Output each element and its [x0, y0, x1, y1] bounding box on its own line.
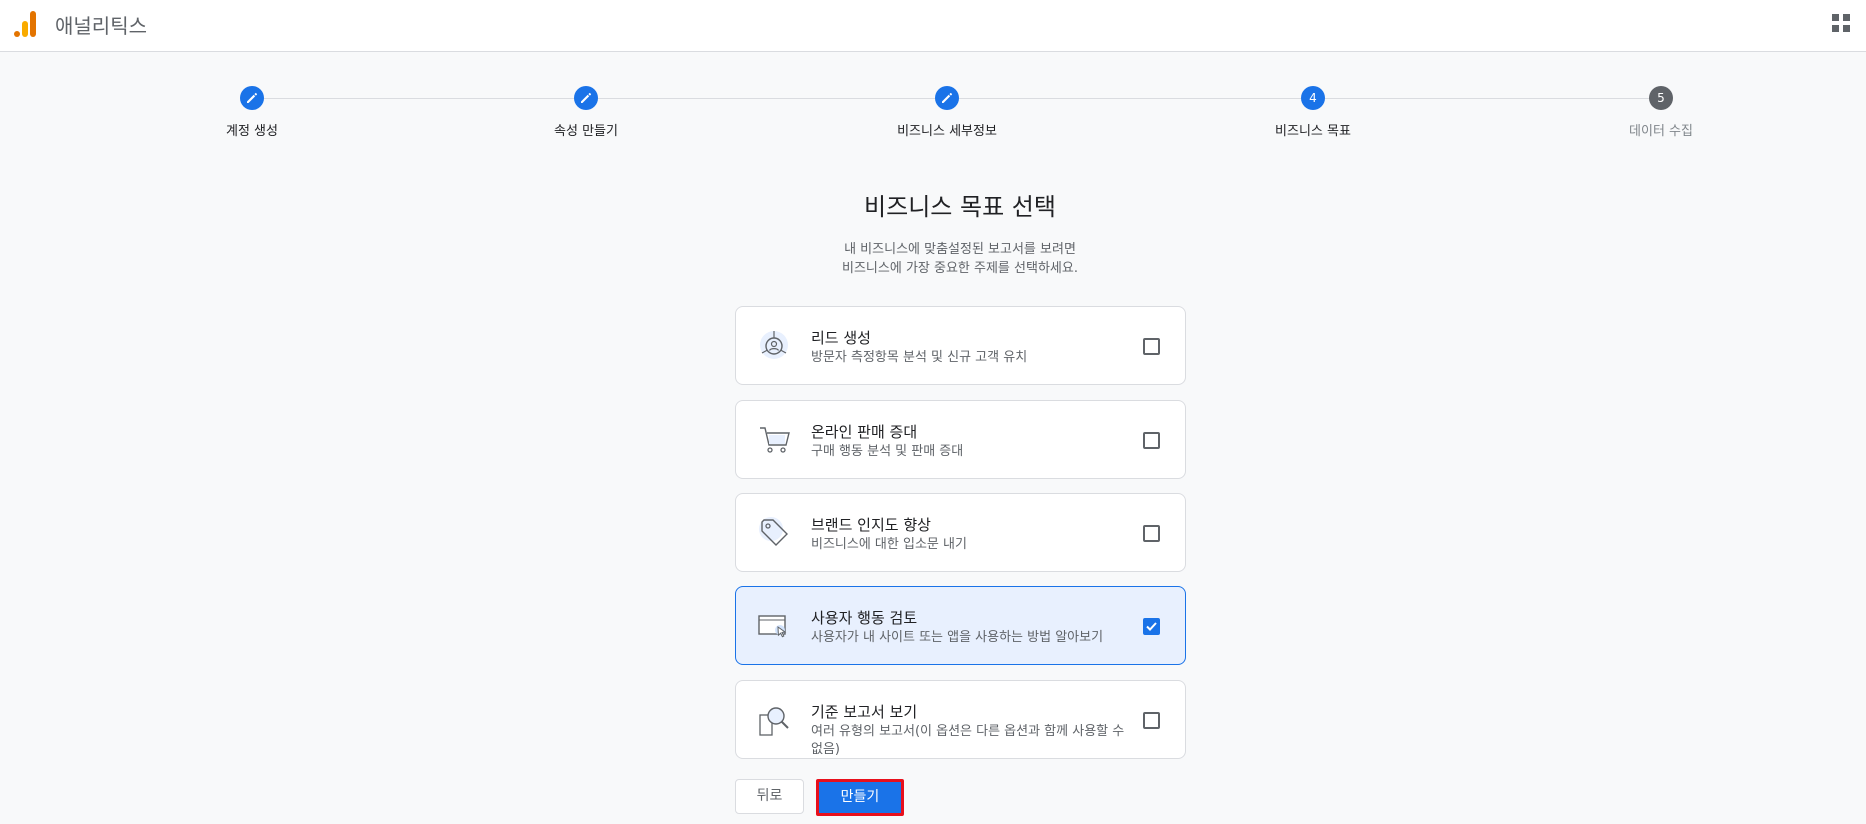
- create-button[interactable]: 만들기: [816, 779, 904, 816]
- page-subtitle: 내 비즈니스에 맞춤설정된 보고서를 보려면 비즈니스에 가장 중요한 주제를 …: [0, 240, 1866, 278]
- step-business-goals[interactable]: 4 비즈니스 목표: [1213, 86, 1413, 139]
- subtitle-line: 내 비즈니스에 맞춤설정된 보고서를 보려면: [844, 242, 1076, 257]
- option-title: 온라인 판매 증대: [811, 423, 918, 441]
- option-description: 구매 행동 분석 및 판매 증대: [811, 444, 964, 459]
- step-data-collection: 5 데이터 수집: [1561, 86, 1761, 139]
- apps-grid-icon[interactable]: [1832, 14, 1850, 32]
- option-checkbox[interactable]: [1143, 525, 1160, 542]
- step-create-property[interactable]: 속성 만들기: [486, 86, 686, 139]
- top-bar: 애널리틱스: [0, 0, 1866, 52]
- shopping-cart-icon: [756, 421, 792, 457]
- edit-pencil-icon: [574, 86, 598, 110]
- step-label: 계정 생성: [226, 124, 278, 139]
- option-title: 사용자 행동 검토: [811, 609, 918, 627]
- goal-option-brand-awareness[interactable]: 브랜드 인지도 향상 비즈니스에 대한 입소문 내기: [735, 493, 1186, 572]
- step-business-details[interactable]: 비즈니스 세부정보: [847, 86, 1047, 139]
- option-description: 여러 유형의 보고서(이 옵션은 다른 옵션과 함께 사용할 수 없음): [811, 724, 1125, 757]
- step-number: 5: [1649, 86, 1673, 110]
- option-checkbox[interactable]: [1143, 712, 1160, 729]
- step-account-creation[interactable]: 계정 생성: [152, 86, 352, 139]
- goal-option-baseline-reports[interactable]: 기준 보고서 보기 여러 유형의 보고서(이 옵션은 다른 옵션과 함께 사용할…: [735, 680, 1186, 759]
- step-label: 비즈니스 목표: [1275, 124, 1351, 139]
- goal-option-user-behavior[interactable]: 사용자 행동 검토 사용자가 내 사이트 또는 앱을 사용하는 방법 알아보기: [735, 586, 1186, 665]
- check-icon: [1146, 622, 1157, 631]
- cursor-window-icon: [756, 607, 792, 643]
- option-description: 방문자 측정항목 분석 및 신규 고객 유치: [811, 350, 1028, 365]
- back-button[interactable]: 뒤로: [735, 779, 804, 814]
- option-checkbox[interactable]: [1143, 432, 1160, 449]
- page-title: 비즈니스 목표 선택: [864, 193, 1056, 221]
- step-label: 비즈니스 세부정보: [897, 124, 997, 139]
- magnifier-report-icon: [756, 703, 792, 739]
- analytics-logo-icon[interactable]: [14, 11, 38, 37]
- option-checkbox[interactable]: [1143, 338, 1160, 355]
- option-title: 기준 보고서 보기: [811, 703, 918, 721]
- tag-icon: [756, 514, 792, 550]
- step-label: 데이터 수집: [1629, 124, 1693, 139]
- option-description: 사용자가 내 사이트 또는 앱을 사용하는 방법 알아보기: [811, 630, 1104, 645]
- edit-pencil-icon: [240, 86, 264, 110]
- goal-option-online-sales[interactable]: 온라인 판매 증대 구매 행동 분석 및 판매 증대: [735, 400, 1186, 479]
- option-description: 비즈니스에 대한 입소문 내기: [811, 537, 967, 552]
- app-name[interactable]: 애널리틱스: [55, 10, 147, 39]
- step-number: 4: [1301, 86, 1325, 110]
- edit-pencil-icon: [935, 86, 959, 110]
- goal-option-lead-generation[interactable]: 리드 생성 방문자 측정항목 분석 및 신규 고객 유치: [735, 306, 1186, 385]
- option-title: 브랜드 인지도 향상: [811, 516, 931, 534]
- option-checkbox-checked[interactable]: [1143, 618, 1160, 635]
- setup-stepper: 계정 생성 속성 만들기 비즈니스 세부정보 4 비즈니스 목표 5 데이터 수…: [0, 86, 1866, 146]
- option-title: 리드 생성: [811, 329, 871, 347]
- step-label: 속성 만들기: [554, 124, 618, 139]
- subtitle-line: 비즈니스에 가장 중요한 주제를 선택하세요.: [842, 261, 1078, 276]
- lead-generation-icon: [756, 327, 792, 363]
